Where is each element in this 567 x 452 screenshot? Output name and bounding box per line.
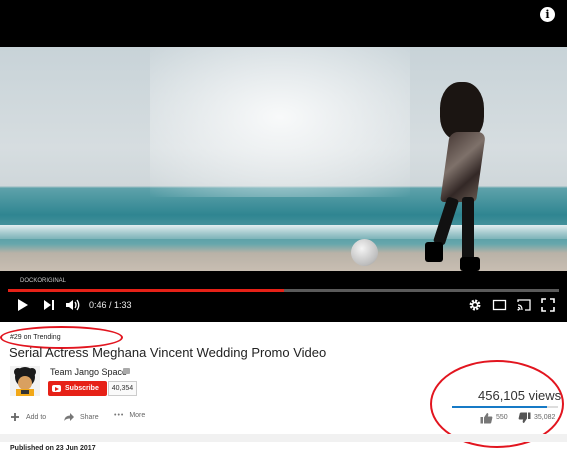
video-frame[interactable] [0,47,567,271]
more-button[interactable]: ••• More [114,412,145,419]
thumbs-up-icon [480,411,493,428]
dislike-button[interactable] [518,411,531,429]
video-watermark: DOCKORIGINAL [20,278,67,284]
progress-fill [8,289,284,292]
more-label: More [129,412,146,419]
fullscreen-icon[interactable] [541,298,555,314]
section-divider [0,434,567,442]
next-icon[interactable] [43,298,55,314]
trending-badge[interactable]: #29 on Trending [10,334,61,341]
subscriber-count: 40,354 [108,381,137,396]
view-count: 456,105 views [478,388,562,403]
youtube-icon [52,385,61,392]
like-ratio-bar [452,406,558,408]
mail-icon [123,368,130,374]
subscribe-button[interactable]: Subscribe [48,381,107,396]
player-controls: 0:46 / 1:33 [0,294,567,318]
miniplayer-icon[interactable] [492,298,507,314]
share-button[interactable]: Share [63,412,99,422]
channel-name[interactable]: Team Jango Space [50,367,127,377]
info-icon[interactable]: i [540,7,555,22]
video-player[interactable]: i DOCKORIGINAL 0:46 / 1:33 [0,0,567,322]
channel-avatar[interactable] [10,366,40,396]
thumbs-down-icon [518,411,531,428]
share-icon [63,413,75,421]
like-button[interactable] [480,411,493,429]
gear-icon[interactable] [468,298,482,314]
add-to-button[interactable]: Add to [10,412,46,422]
add-to-label: Add to [25,413,47,421]
cast-icon[interactable] [516,298,532,314]
progress-bar[interactable] [8,289,559,292]
time-display: 0:46 / 1:33 [89,300,132,310]
dislike-count: 35,082 [534,414,556,421]
subscribe-label: Subscribe [65,385,99,392]
published-date: Published on 23 Jun 2017 [10,445,96,452]
plus-icon [10,413,20,421]
like-ratio-fill [452,406,548,408]
video-title: Serial Actress Meghana Vincent Wedding P… [9,345,327,360]
share-label: Share [79,413,99,421]
more-dots-icon: ••• [114,412,125,419]
play-icon[interactable] [17,298,29,314]
like-count: 550 [496,414,508,421]
volume-icon[interactable] [65,298,81,314]
